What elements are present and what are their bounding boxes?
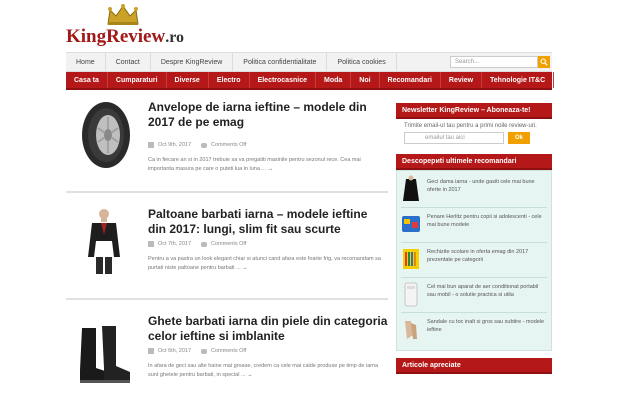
- read-more-link[interactable]: →: [247, 372, 253, 378]
- coat-thumbnail[interactable]: [74, 207, 134, 277]
- article-date: Oct 6th, 2017: [158, 348, 192, 354]
- site-header: KingReview.ro: [0, 0, 640, 52]
- search-button[interactable]: [538, 56, 550, 68]
- article-date: Oct 9th, 2017: [158, 142, 192, 148]
- article-separator: [66, 191, 388, 193]
- sidebar: Newsletter KingReview – Aboneaza-te! Tri…: [396, 103, 552, 374]
- article-meta: Oct 6th, 2017 Comments Off: [148, 348, 246, 354]
- newsletter-text: Trimite email-ul tau pentru a primi noil…: [404, 123, 537, 129]
- jacket-thumbnail: [403, 175, 419, 201]
- comment-icon: [201, 241, 208, 247]
- article-item: Paltoane barbati iarna – modele ieftine …: [66, 205, 388, 295]
- read-more-link[interactable]: →: [242, 265, 248, 271]
- newsletter-title: Newsletter KingReview – Aboneaza-te!: [396, 103, 552, 119]
- category-review[interactable]: Review: [441, 72, 483, 88]
- recommendation-item[interactable]: Cel mai bun aparat de aer conditionat po…: [401, 278, 547, 313]
- topnav-item-about[interactable]: Despre KingReview: [151, 53, 234, 71]
- recommendation-item[interactable]: Rechizite scolare in oferta emag din 201…: [401, 243, 547, 278]
- recommendations-list: Geci dama iarna - unde gasiti cele mai b…: [396, 170, 552, 351]
- newsletter-submit-button[interactable]: Ok: [508, 132, 530, 144]
- article-excerpt: Pentru a va pastra un look elegant chiar…: [148, 256, 381, 271]
- recommendation-item[interactable]: Penare Herlitz pentru copii si adolescen…: [401, 208, 547, 243]
- recommendation-link[interactable]: Cel mai bun aparat de aer conditionat po…: [427, 280, 547, 299]
- category-diverse[interactable]: Diverse: [167, 72, 209, 88]
- recommendation-item[interactable]: Sandale cu toc inalt si gros sau subtire…: [401, 313, 547, 348]
- search-input[interactable]: Search...: [450, 56, 538, 68]
- category-casa-ta[interactable]: Casa ta: [66, 72, 108, 88]
- calendar-icon: [148, 348, 154, 354]
- comment-icon: [201, 348, 208, 354]
- category-electro[interactable]: Electro: [209, 72, 250, 88]
- read-more-link[interactable]: →: [268, 166, 274, 172]
- category-cumparaturi[interactable]: Cumparaturi: [108, 72, 167, 88]
- tire-thumbnail[interactable]: [74, 100, 134, 170]
- boots-thumbnail[interactable]: [74, 320, 134, 390]
- top-navigation: Home Contact Despre KingReview Politica …: [66, 52, 552, 72]
- recommendation-link[interactable]: Sandale cu toc inalt si gros sau subtire…: [427, 315, 547, 334]
- newsletter-email-input[interactable]: emailul tau aici: [404, 132, 504, 144]
- crown-icon: [107, 4, 139, 25]
- search-icon: [540, 58, 548, 66]
- article-comments[interactable]: Comments Off: [211, 241, 246, 247]
- air-conditioner-thumbnail: [404, 282, 418, 307]
- topnav-item-cookies[interactable]: Politica cookies: [327, 53, 397, 71]
- category-recomandari[interactable]: Recomandari: [380, 72, 441, 88]
- newsletter-widget: Trimite email-ul tau pentru a primi noil…: [396, 119, 552, 148]
- recommendation-link[interactable]: Penare Herlitz pentru copii si adolescen…: [427, 210, 547, 229]
- category-electrocasnice[interactable]: Electrocasnice: [250, 72, 316, 88]
- topnav-item-home[interactable]: Home: [66, 53, 106, 71]
- calendar-icon: [148, 142, 154, 148]
- recommendation-link[interactable]: Rechizite scolare in oferta emag din 201…: [427, 245, 547, 264]
- featured-articles-title: Articole apreciate: [396, 358, 552, 374]
- article-comments[interactable]: Comments Off: [211, 348, 246, 354]
- article-date: Oct 7th, 2017: [158, 241, 192, 247]
- sandals-thumbnail: [405, 321, 417, 339]
- category-navigation: Casa ta Cumparaturi Diverse Electro Elec…: [66, 72, 597, 90]
- recommendation-link[interactable]: Geci dama iarna - unde gasiti cele mai b…: [427, 175, 547, 194]
- article-title[interactable]: Anvelope de iarna ieftine – modele din 2…: [148, 100, 388, 130]
- article-item: Anvelope de iarna ieftine – modele din 2…: [66, 98, 388, 198]
- pencil-case-thumbnail: [402, 216, 420, 232]
- category-moda[interactable]: Moda: [316, 72, 352, 88]
- topnav-item-privacy[interactable]: Politica confidentialitate: [233, 53, 328, 71]
- category-noi[interactable]: Noi: [351, 72, 380, 88]
- school-supplies-thumbnail: [403, 249, 419, 269]
- article-separator: [66, 298, 388, 300]
- article-item: Ghete barbati iarna din piele din catego…: [66, 312, 388, 400]
- recommendations-title: Descopериti ultimele recomandari: [396, 154, 552, 170]
- article-excerpt: Ca in fiecare an si in 2017 trebuie sa v…: [148, 157, 361, 172]
- site-logo[interactable]: KingReview.ro: [66, 4, 196, 48]
- category-tehnologie[interactable]: Tehnologie IT&C: [482, 72, 555, 88]
- category-zona-copii[interactable]: Zona copii: [554, 72, 605, 88]
- article-meta: Oct 9th, 2017 Comments Off: [148, 142, 246, 148]
- article-comments[interactable]: Comments Off: [211, 142, 246, 148]
- topnav-item-contact[interactable]: Contact: [106, 53, 151, 71]
- recommendation-item[interactable]: Geci dama iarna - unde gasiti cele mai b…: [401, 173, 547, 208]
- article-meta: Oct 7th, 2017 Comments Off: [148, 241, 246, 247]
- article-title[interactable]: Paltoane barbati iarna – modele ieftine …: [148, 207, 388, 237]
- calendar-icon: [148, 241, 154, 247]
- comment-icon: [201, 142, 208, 148]
- logo-text: KingReview.ro: [66, 26, 185, 47]
- article-excerpt: In afara de geci sau alte haine mai groa…: [148, 363, 379, 378]
- article-title[interactable]: Ghete barbati iarna din piele din catego…: [148, 314, 388, 344]
